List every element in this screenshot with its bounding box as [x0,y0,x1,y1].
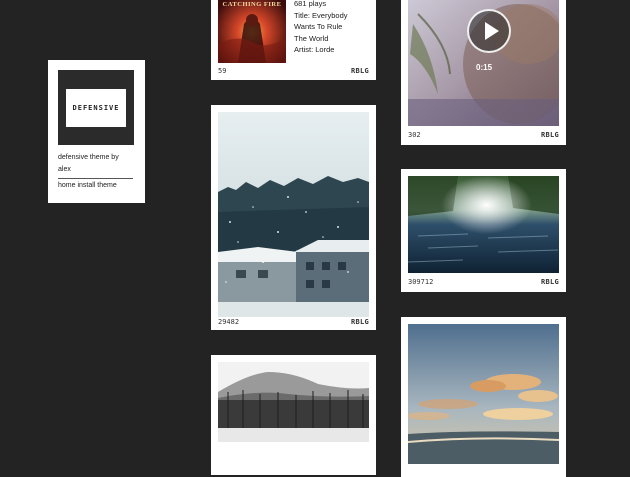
waterfall-photo[interactable] [408,176,559,273]
post-footer: 59 RBLG [218,66,369,76]
play-icon[interactable] [467,9,511,53]
photo-post: 309712 RBLG [401,169,566,292]
photo-post: 29482 RBLG [211,105,376,330]
blog-logo[interactable]: DEFENSIVE [58,70,134,145]
play-count: 681 plays [294,0,327,8]
photo-post [211,355,376,475]
track-artist: Artist: Lorde [294,45,335,54]
sidebar-links: home install theme [58,182,117,189]
video-post: 0:15 302 RBLG [401,0,566,145]
post-footer: 29482 RBLG [218,317,369,327]
divider [58,178,133,179]
video-thumbnail[interactable]: 0:15 [408,0,559,126]
note-count[interactable]: 302 [408,131,421,139]
note-count[interactable]: 59 [218,67,226,75]
reblog-button[interactable]: RBLG [351,318,369,326]
sunset-sky-photo[interactable] [408,324,559,464]
note-count[interactable]: 309712 [408,278,433,286]
audio-post: CATCHING FIRE 681 plays Title: Everybody… [211,0,376,80]
home-link[interactable]: home [58,182,76,189]
sidebar: DEFENSIVE defensive theme by alex home i… [48,60,145,203]
description-line: alex [58,166,71,173]
reblog-button[interactable]: RBLG [541,131,559,139]
post-footer: 309712 RBLG [408,277,559,287]
track-title: Wants To Rule [294,22,343,31]
track-info: 681 plays Title: Everybody Wants To Rule… [294,0,348,56]
track-title: The World [294,33,329,43]
album-art[interactable]: CATCHING FIRE [218,0,286,63]
install-theme-link[interactable]: install theme [77,182,116,189]
post-footer: 302 RBLG [408,130,559,140]
snowy-houses-photo[interactable] [218,112,369,317]
reblog-button[interactable]: RBLG [541,278,559,286]
track-title: Title: Everybody [294,10,348,20]
video-duration: 0:15 [476,63,493,72]
album-art-caption: CATCHING FIRE [222,1,282,8]
photo-post [401,317,566,477]
blog-description: defensive theme by alex [58,152,138,176]
note-count[interactable]: 29482 [218,318,239,326]
logo-text: DEFENSIVE [66,88,126,127]
reblog-button[interactable]: RBLG [351,67,369,75]
hills-photo[interactable] [218,362,369,442]
description-line: defensive theme by [58,154,119,161]
